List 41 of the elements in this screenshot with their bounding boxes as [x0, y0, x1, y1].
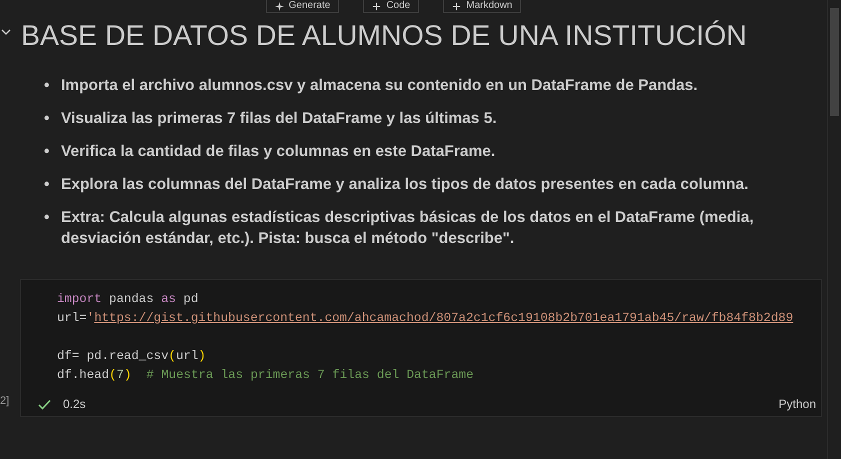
- check-icon: [38, 398, 51, 410]
- bullet-marker: •: [44, 175, 50, 195]
- code-token: ): [124, 368, 132, 382]
- bullet-text: Explora las columnas del DataFrame y analiza los tipos de datos presentes en cada columna.: [61, 175, 748, 195]
- code-token: (: [168, 349, 176, 363]
- code-token: (: [109, 368, 116, 382]
- execution-time: 0.2s: [63, 397, 86, 411]
- sparkle-icon: [274, 2, 284, 10]
- heading: BASE DE DATOS DE ALUMNOS DE UNA INSTITUCIÓN: [21, 19, 747, 53]
- toolbar-button[interactable]: Code: [363, 0, 420, 13]
- code-token: df.head: [57, 368, 110, 382]
- code-token: as: [161, 292, 176, 306]
- code-token: url=: [57, 311, 87, 325]
- execution-count: 2]: [0, 395, 10, 407]
- code-token: url: [176, 349, 198, 363]
- plus-icon: [452, 2, 462, 10]
- scrollbar-thumb[interactable]: [830, 8, 839, 116]
- code-token: pandas: [108, 292, 155, 306]
- bullet-text: Extra: Calcula algunas estadísticas descriptivas básicas de los datos en el DataFrame (media, desviación estándar, etc.). Pista: busca el método "describe".: [61, 208, 755, 249]
- code-token: ): [198, 349, 206, 363]
- code-token: import: [57, 292, 102, 306]
- code-token: # Muestra las primeras 7 filas del DataFrame: [146, 368, 474, 382]
- chevron-icon[interactable]: [1, 28, 11, 36]
- code-token: ': [86, 311, 94, 325]
- code-token: df= pd.read_csv: [57, 349, 169, 363]
- scrollbar[interactable]: [827, 0, 841, 459]
- code-link[interactable]: https://gist.githubusercontent.com/ahcamachod/807a2c1cf6c19108b2b701ea1791ab45/raw/fb84f8b2d89: [94, 311, 794, 325]
- bullet-marker: •: [44, 76, 50, 96]
- code-cell[interactable]: [20, 279, 822, 417]
- bullet-text: Verifica la cantidad de filas y columnas en este DataFrame.: [61, 142, 496, 162]
- toolbar-button[interactable]: Generate: [266, 0, 340, 13]
- bullet-text: Visualiza las primeras 7 filas del DataFrame y las últimas 5.: [61, 109, 497, 129]
- toolbar-button[interactable]: Markdown: [443, 0, 522, 13]
- code-token: 7: [116, 368, 124, 382]
- code-token: pd: [182, 292, 198, 306]
- bullet-marker: •: [44, 109, 50, 129]
- bullet-text: Importa el archivo alumnos.csv y almacena su contenido en un DataFrame de Pandas.: [61, 76, 698, 96]
- bullet-marker: •: [44, 208, 50, 228]
- bullet-marker: •: [44, 142, 50, 162]
- language-label[interactable]: Python: [778, 397, 816, 411]
- plus-icon: [372, 2, 382, 10]
